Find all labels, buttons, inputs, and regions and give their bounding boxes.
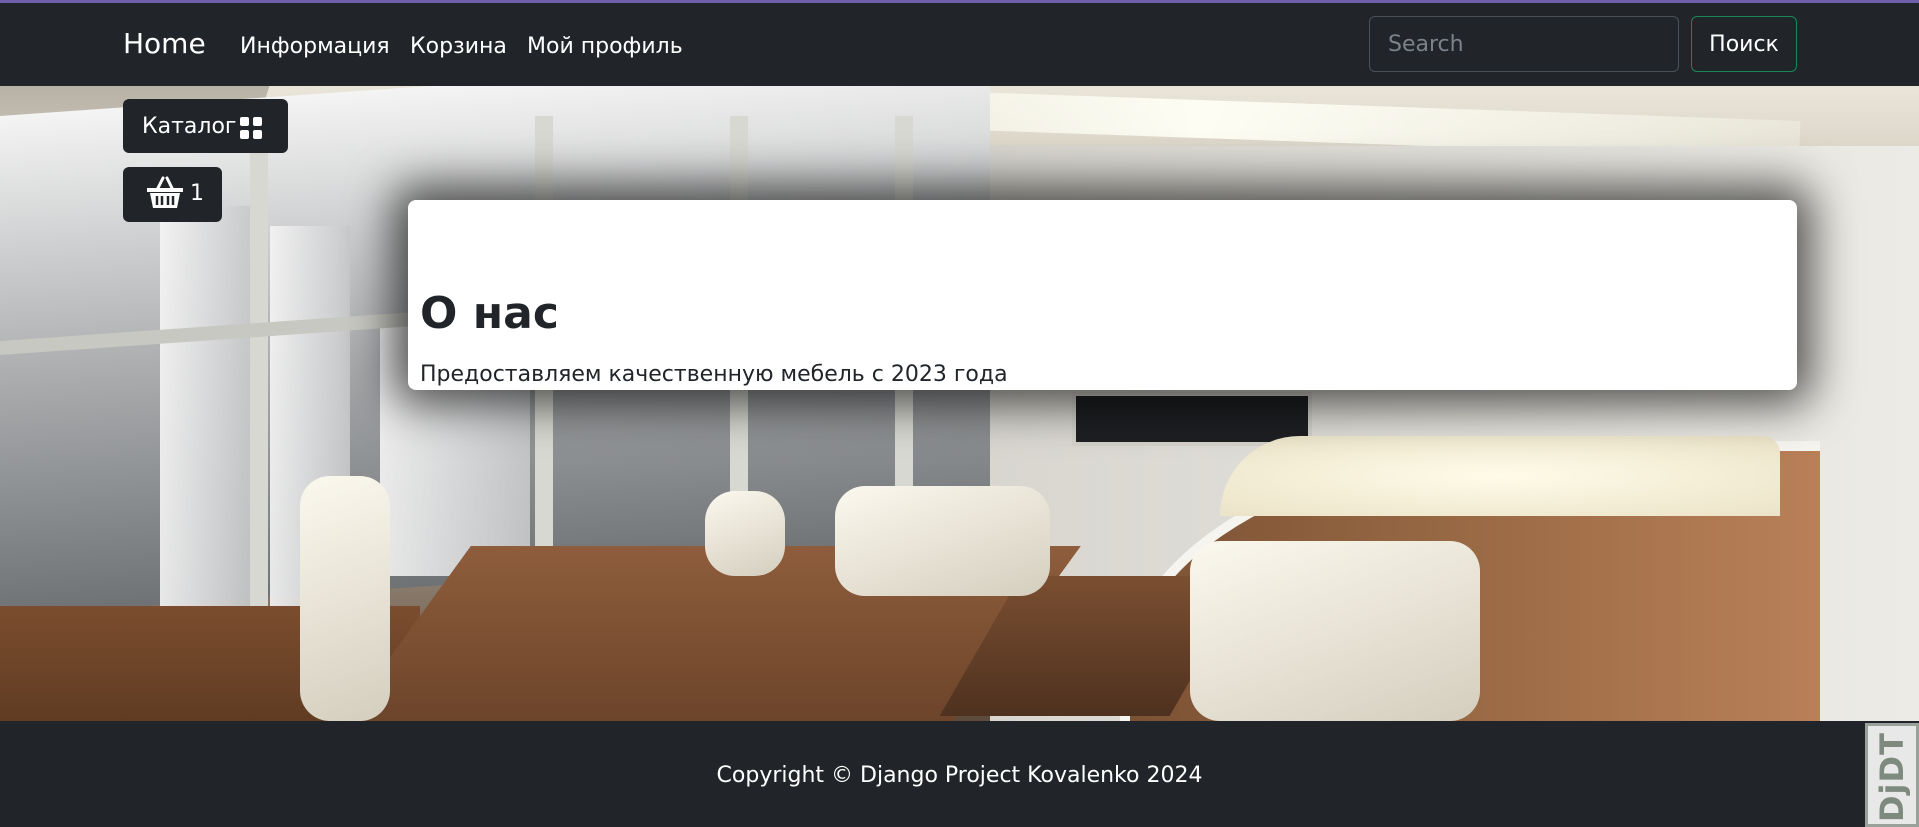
- hero-armchair: [835, 486, 1050, 596]
- hero-light-cove: [1220, 436, 1780, 516]
- search-input[interactable]: [1369, 16, 1679, 72]
- hero-chair: [705, 491, 785, 576]
- brand-home-link[interactable]: Home: [123, 27, 206, 61]
- catalog-label: Каталог: [142, 113, 237, 139]
- hero-office-image: [0, 86, 1919, 721]
- nav-link-profile[interactable]: Мой профиль: [527, 33, 683, 61]
- footer: Copyright © Django Project Kovalenko 202…: [0, 721, 1919, 827]
- debug-toolbar-handle[interactable]: DjDT: [1865, 723, 1919, 827]
- nav-link-info[interactable]: Информация: [240, 33, 390, 61]
- about-card: О нас Предоставляем качественную мебель …: [408, 200, 1797, 390]
- grid-icon: [240, 117, 262, 139]
- cart-count: 1: [190, 181, 204, 206]
- basket-icon: [147, 176, 183, 208]
- catalog-button[interactable]: Каталог: [123, 99, 288, 153]
- hero-window-frame: [250, 116, 268, 646]
- about-title: О нас: [420, 288, 559, 339]
- about-text: Предоставляем качественную мебель с 2023…: [420, 362, 1008, 387]
- nav-link-cart[interactable]: Корзина: [410, 33, 507, 61]
- search-button[interactable]: Поиск: [1691, 16, 1797, 72]
- navbar: Home Информация Корзина Мой профиль Поис…: [0, 3, 1919, 86]
- debug-toolbar-label: DjDT: [1873, 732, 1911, 822]
- footer-copyright: Copyright © Django Project Kovalenko 202…: [716, 763, 1203, 788]
- hero-building: [160, 206, 250, 636]
- hero-tv: [1072, 392, 1312, 446]
- cart-button[interactable]: 1: [123, 167, 222, 222]
- hero-armchair: [1190, 541, 1480, 721]
- hero-chair: [300, 476, 390, 721]
